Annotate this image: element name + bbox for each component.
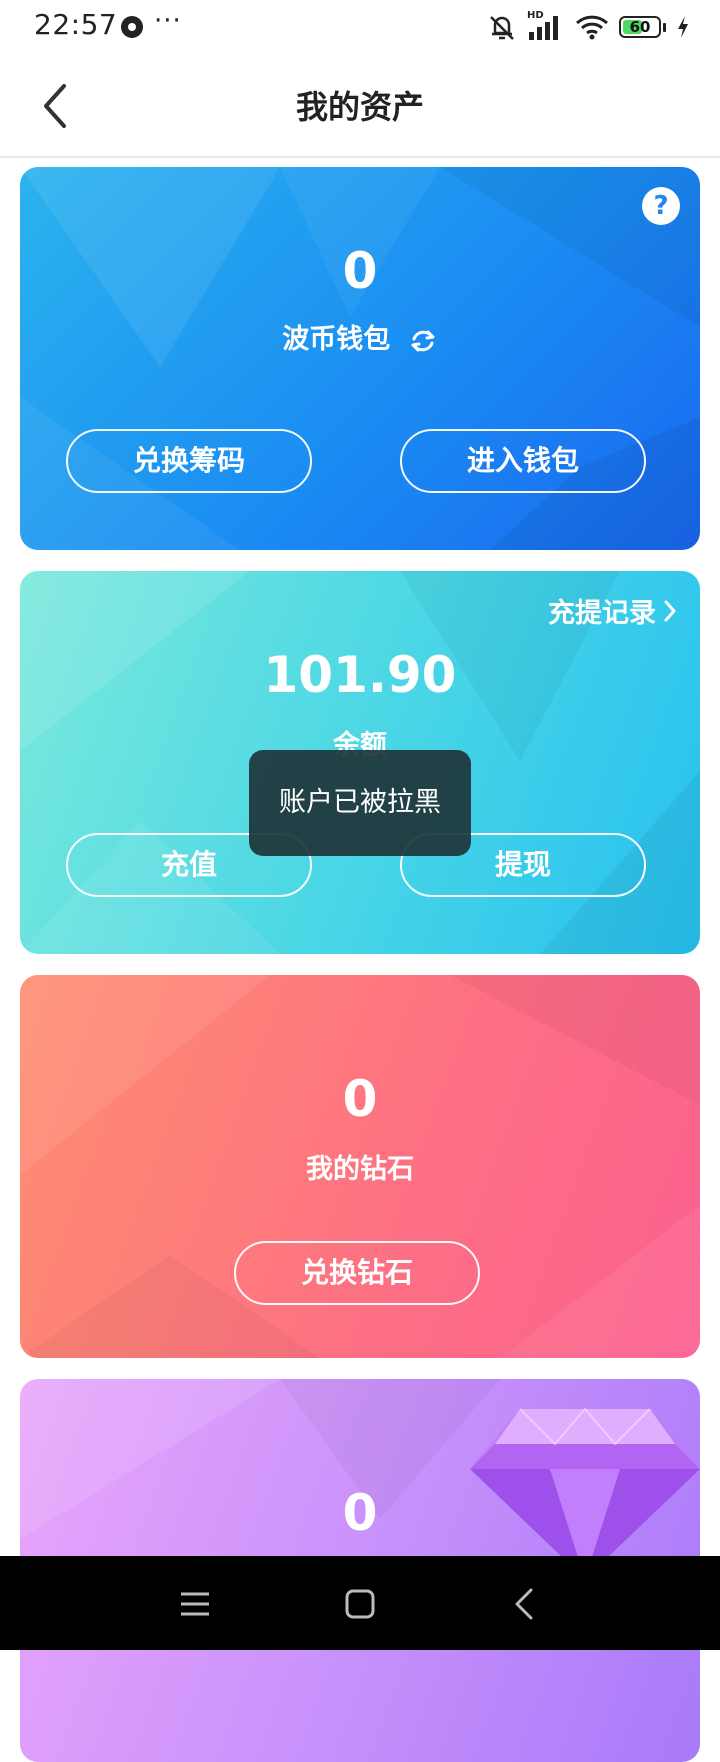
- signal-icon: HD: [527, 10, 565, 42]
- battery-icon: 60: [619, 16, 661, 38]
- refresh-icon[interactable]: [408, 326, 438, 356]
- recording-dot-icon: [121, 16, 143, 38]
- status-time: 22:57: [34, 8, 118, 41]
- status-icons: HD 60: [487, 10, 690, 44]
- records-label: 充提记录: [548, 598, 656, 629]
- home-square-icon: [345, 1589, 375, 1619]
- toast-message: 账户已被拉黑: [249, 750, 471, 856]
- battery-tip: [663, 22, 666, 32]
- exchange-chips-button[interactable]: 兑换筹码: [66, 429, 312, 493]
- nav-bar: 我的资产: [0, 54, 720, 158]
- charging-bolt-icon: [678, 16, 688, 38]
- back-arrow-icon: [515, 1588, 533, 1620]
- wifi-icon: [575, 15, 609, 40]
- balance-value: 101.90: [263, 646, 457, 704]
- status-bar: 22:57 ··· HD 60: [0, 0, 720, 54]
- menu-button[interactable]: [175, 1584, 215, 1624]
- diamond-value: 0: [342, 1070, 378, 1128]
- battery-percent: 60: [629, 18, 651, 36]
- home-button[interactable]: [340, 1584, 380, 1624]
- enter-wallet-button[interactable]: 进入钱包: [400, 429, 646, 493]
- system-back-button[interactable]: [505, 1584, 545, 1624]
- help-icon[interactable]: ?: [642, 187, 680, 225]
- gem-value: 0: [342, 1484, 378, 1542]
- wallet-balance-value: 0: [342, 242, 378, 300]
- mute-bell-icon: [490, 16, 514, 40]
- chevron-right-icon: [664, 600, 676, 621]
- menu-icon: [181, 1592, 209, 1616]
- page-title: 我的资产: [295, 88, 424, 126]
- system-nav-bar: [0, 1556, 720, 1650]
- wallet-label-row: 波币钱包: [20, 317, 700, 356]
- diamond-label: 我的钻石: [306, 1154, 414, 1185]
- diamond-card: 0 我的钻石 兑换钻石: [20, 975, 700, 1358]
- recharge-withdraw-records-link[interactable]: 充提记录: [548, 591, 678, 630]
- status-more-icon: ···: [154, 6, 182, 36]
- wallet-card: ? 0 波币钱包 兑换筹码 进入钱包: [20, 167, 700, 550]
- exchange-diamonds-button[interactable]: 兑换钻石: [234, 1241, 480, 1305]
- wallet-label: 波币钱包: [282, 324, 391, 355]
